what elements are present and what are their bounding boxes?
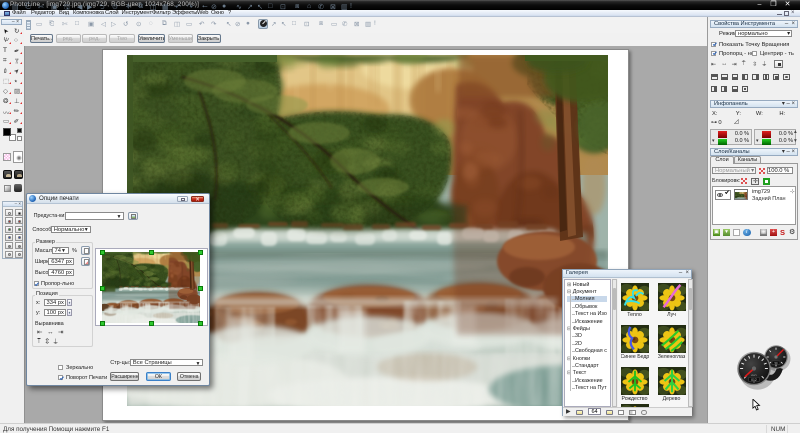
svg-text:012: 012 [751,378,757,382]
svg-text:59: 59 [774,361,778,365]
svg-text:км/ч: км/ч [751,373,757,377]
